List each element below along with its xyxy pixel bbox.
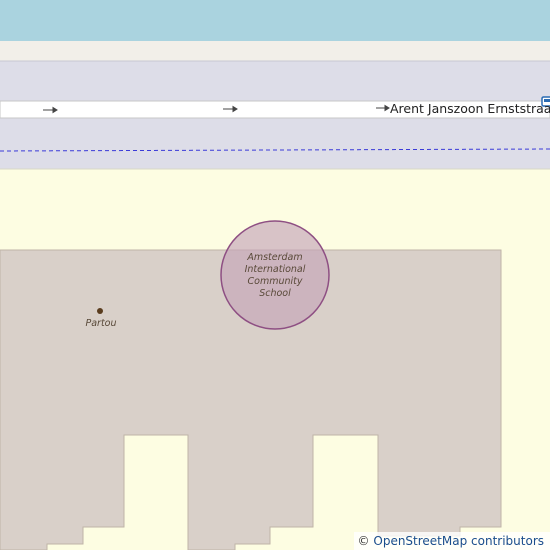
attribution-link[interactable]: OpenStreetMap contributors: [373, 534, 544, 548]
poi-dot-icon[interactable]: [97, 308, 103, 314]
water-area: [0, 0, 550, 42]
map-attribution: © OpenStreetMap contributors: [353, 532, 550, 550]
shore-strip: [0, 41, 550, 61]
street-name-label: Arent Janszoon Ernststraat: [390, 101, 550, 116]
copyright-symbol: ©: [357, 534, 370, 548]
school-label[interactable]: Amsterdam International Community School: [232, 252, 318, 300]
partou-label[interactable]: Partou: [80, 318, 122, 330]
